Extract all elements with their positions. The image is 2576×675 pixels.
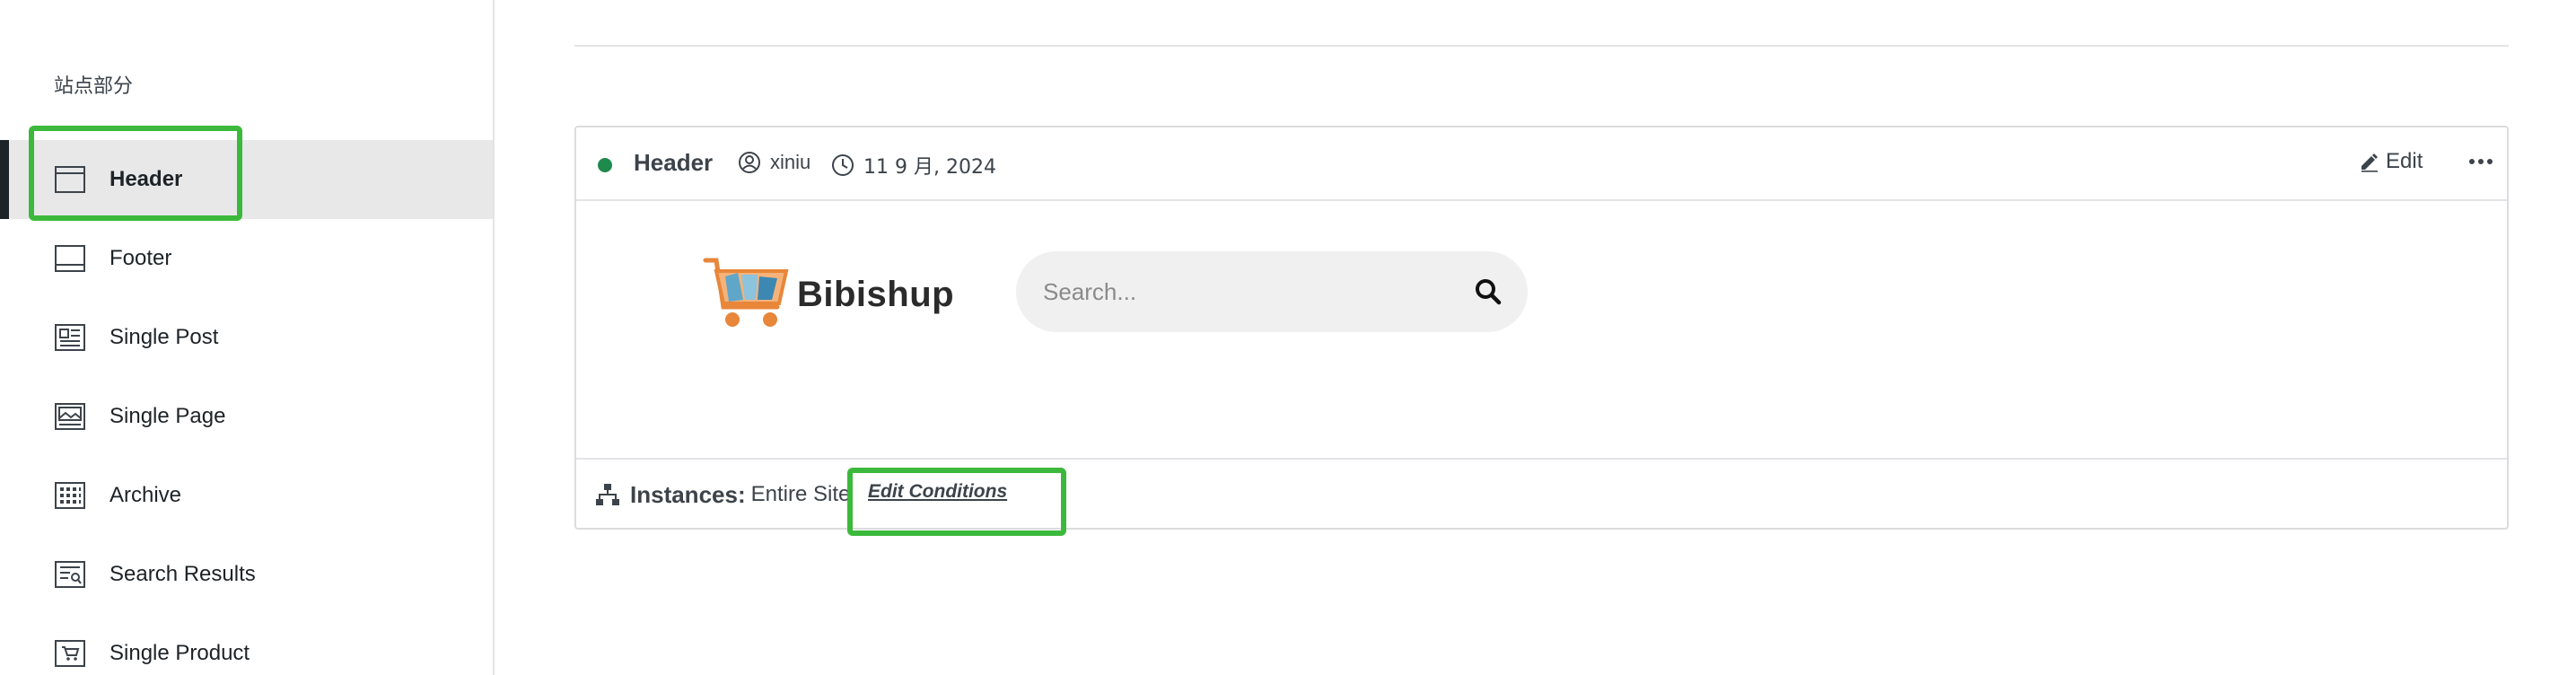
sidebar-item-label: Single Product <box>110 641 250 665</box>
archive-icon <box>54 479 86 512</box>
more-options-button[interactable] <box>2463 144 2499 180</box>
footer-layout-icon <box>54 242 86 275</box>
sidebar-item-archive[interactable]: Archive <box>0 456 493 535</box>
search-results-icon <box>54 558 86 591</box>
card-header: Header xiniu 11 9 月, 2024 Edit <box>576 127 2507 201</box>
more-horizontal-icon <box>2469 159 2493 164</box>
date-meta: 11 9 月, 2024 <box>831 151 996 180</box>
template-card: Header xiniu 11 9 月, 2024 Edit Bibishup … <box>574 126 2509 530</box>
sidebar-item-single-page[interactable]: Single Page <box>0 377 493 456</box>
sidebar-nav: Header Footer Single Post Single Page Ar… <box>0 140 493 675</box>
card-title: Header <box>634 149 714 176</box>
sidebar-item-header[interactable]: Header <box>0 140 493 219</box>
logo-text: Bibishup <box>797 274 955 314</box>
shopping-cart-logo-icon <box>703 258 789 327</box>
sidebar-item-single-post[interactable]: Single Post <box>0 298 493 377</box>
top-divider <box>574 45 2509 47</box>
date-text: 11 9 月, 2024 <box>863 156 996 179</box>
sitemap-icon <box>594 481 621 508</box>
sidebar-item-footer[interactable]: Footer <box>0 219 493 298</box>
edit-button[interactable]: Edit <box>2359 149 2423 174</box>
author-meta: xiniu <box>738 151 810 174</box>
user-circle-icon <box>738 151 761 174</box>
card-footer: Instances: Entire Site Edit Conditions <box>576 458 2507 530</box>
header-preview: Bibishup Search... <box>576 203 2507 458</box>
single-page-icon <box>54 400 86 433</box>
sidebar-item-single-product[interactable]: Single Product <box>0 614 493 675</box>
sidebar: 站点部分 Header Footer Single Post Single Pa… <box>0 0 495 675</box>
sidebar-item-label: Single Page <box>110 404 226 428</box>
clock-icon <box>831 153 854 177</box>
header-layout-icon <box>54 163 86 196</box>
edit-button-label: Edit <box>2386 149 2423 173</box>
pencil-icon <box>2361 153 2378 172</box>
sidebar-item-label: Archive <box>110 483 182 507</box>
sidebar-item-label: Header <box>110 167 183 191</box>
instances-label: Instances: <box>630 480 746 508</box>
instances-value: Entire Site <box>750 482 851 506</box>
sidebar-item-label: Single Post <box>110 325 219 349</box>
status-dot <box>598 158 612 172</box>
single-post-icon <box>54 321 86 354</box>
site-logo: Bibishup <box>702 255 954 334</box>
sidebar-heading: 站点部分 <box>54 75 134 98</box>
search-placeholder: Search... <box>1043 277 1137 305</box>
sidebar-item-label: Search Results <box>110 562 256 586</box>
edit-conditions-link[interactable]: Edit Conditions <box>868 481 1007 503</box>
author-name: xiniu <box>770 151 811 173</box>
sidebar-item-label: Footer <box>110 246 172 270</box>
search-input[interactable]: Search... <box>1016 251 1528 332</box>
search-icon[interactable] <box>1472 276 1504 308</box>
sidebar-item-search-results[interactable]: Search Results <box>0 535 493 614</box>
single-product-icon <box>54 637 86 670</box>
